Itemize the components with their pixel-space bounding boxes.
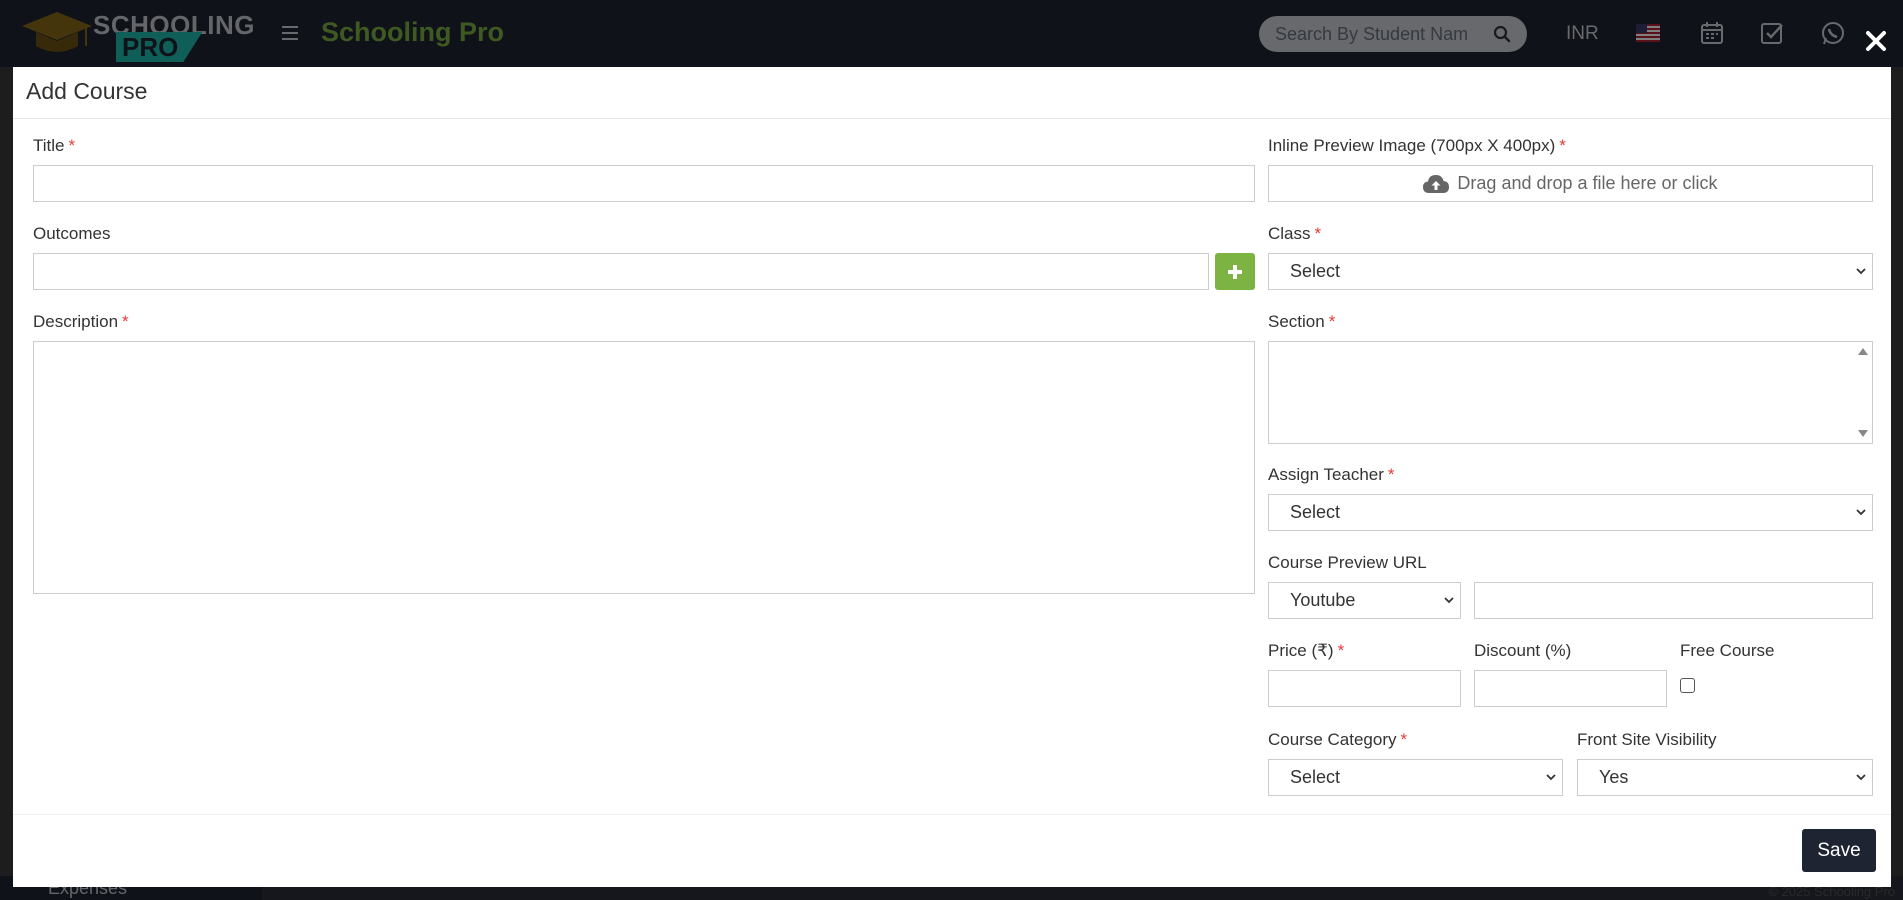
modal-footer: Save	[13, 814, 1891, 887]
scroll-down-arrow-icon[interactable]	[1858, 430, 1868, 437]
discount-label: Discount (%)	[1474, 641, 1572, 660]
section-multiselect[interactable]	[1268, 341, 1873, 444]
course-category-label: Course Category *	[1268, 730, 1407, 750]
preview-image-label: Inline Preview Image (700px X 400px) *	[1268, 136, 1566, 156]
preview-provider-value: Youtube	[1290, 590, 1356, 610]
chevron-down-icon	[1546, 774, 1556, 781]
outcomes-label: Outcomes	[33, 224, 111, 243]
save-button[interactable]: Save	[1802, 829, 1876, 872]
class-label: Class *	[1268, 224, 1321, 244]
outcomes-input[interactable]	[33, 253, 1209, 290]
course-category-value: Select	[1290, 767, 1341, 787]
front-site-visibility-label: Front Site Visibility	[1577, 730, 1717, 749]
required-marker: *	[1337, 641, 1345, 660]
required-marker: *	[1400, 730, 1408, 749]
section-label-text: Section	[1268, 312, 1325, 331]
dropzone-text: Drag and drop a file here or click	[1457, 173, 1718, 193]
front-site-visibility-select[interactable]: Yes	[1577, 759, 1873, 796]
chevron-down-icon	[1856, 774, 1866, 781]
class-label-text: Class	[1268, 224, 1311, 243]
required-marker: *	[1559, 136, 1566, 155]
course-preview-url-label: Course Preview URL	[1268, 553, 1427, 572]
required-marker: *	[1328, 312, 1336, 331]
assign-teacher-label-text: Assign Teacher	[1268, 465, 1384, 484]
required-marker: *	[1314, 224, 1322, 243]
modal-header: Add Course	[13, 67, 1891, 119]
front-site-visibility-value: Yes	[1599, 767, 1629, 787]
title-input[interactable]	[33, 165, 1255, 202]
price-label-text: Price (₹)	[1268, 641, 1334, 660]
assign-teacher-label: Assign Teacher *	[1268, 465, 1395, 485]
close-modal-icon[interactable]	[1863, 28, 1889, 54]
add-course-modal: Add Course Title * Outcomes Description * …	[13, 67, 1891, 887]
course-category-select[interactable]: Select	[1268, 759, 1563, 796]
price-input[interactable]	[1268, 670, 1461, 707]
description-textarea[interactable]	[33, 341, 1255, 594]
discount-input[interactable]	[1474, 670, 1667, 707]
modal-body: Title * Outcomes Description * Inline Prev…	[13, 119, 1891, 819]
preview-url-input[interactable]	[1474, 582, 1873, 619]
price-label: Price (₹) *	[1268, 641, 1344, 661]
preview-provider-select[interactable]: Youtube	[1268, 582, 1461, 619]
chevron-down-icon	[1856, 509, 1866, 516]
required-marker: *	[68, 136, 76, 155]
course-category-label-text: Course Category	[1268, 730, 1397, 749]
preview-image-label-text: Inline Preview Image (700px X 400px)	[1268, 136, 1556, 155]
required-marker: *	[122, 312, 129, 331]
cloud-upload-icon	[1423, 174, 1450, 193]
title-label: Title *	[33, 136, 75, 156]
assign-teacher-select-value: Select	[1290, 502, 1341, 522]
scroll-up-arrow-icon[interactable]	[1858, 348, 1868, 355]
description-label: Description *	[33, 312, 129, 332]
free-course-label: Free Course	[1680, 641, 1775, 660]
assign-teacher-select[interactable]: Select	[1268, 494, 1873, 531]
class-select[interactable]: Select	[1268, 253, 1873, 290]
modal-title: Add Course	[26, 78, 148, 104]
required-marker: *	[1387, 465, 1395, 484]
section-label: Section *	[1268, 312, 1335, 332]
chevron-down-icon	[1444, 597, 1454, 604]
description-label-text: Description	[33, 312, 119, 331]
plus-icon	[1228, 264, 1242, 279]
free-course-checkbox[interactable]	[1680, 678, 1695, 693]
preview-image-dropzone[interactable]: Drag and drop a file here or click	[1268, 165, 1873, 202]
add-outcome-button[interactable]	[1215, 253, 1255, 290]
class-select-value: Select	[1290, 261, 1341, 281]
title-label-text: Title	[33, 136, 65, 155]
chevron-down-icon	[1856, 268, 1866, 275]
